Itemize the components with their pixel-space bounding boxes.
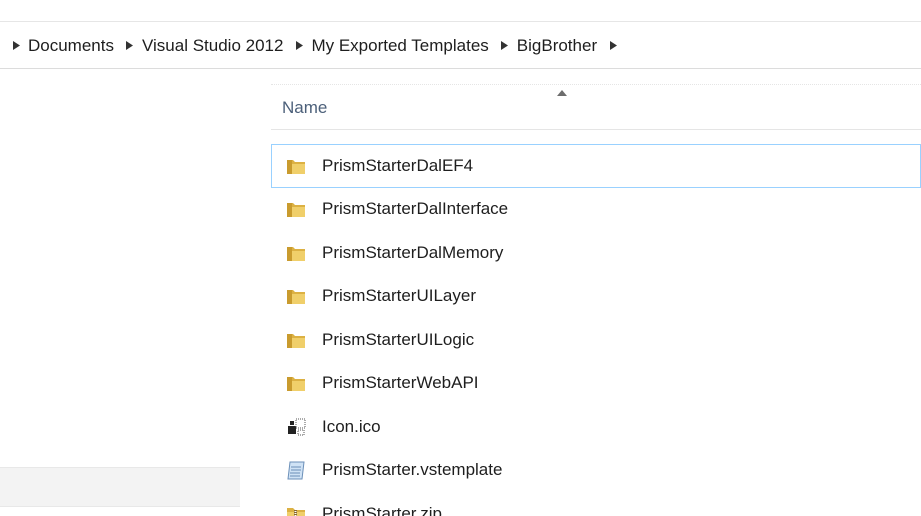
file-name-label: Icon.ico (322, 416, 381, 436)
column-header-name[interactable]: Name (271, 84, 921, 130)
folder-icon (284, 155, 308, 177)
file-name-label: PrismStarterUILogic (322, 329, 475, 349)
nav-selected-item[interactable] (0, 467, 240, 507)
breadcrumb[interactable]: Documents Visual Studio 2012 My Exported… (0, 23, 921, 69)
file-name-label: PrismStarter.vstemplate (322, 460, 503, 480)
breadcrumb-arrow-icon[interactable] (124, 39, 136, 53)
breadcrumb-arrow-icon[interactable] (10, 39, 22, 53)
file-name-label: PrismStarterDalEF4 (322, 155, 474, 175)
file-name-label: PrismStarterDalInterface (322, 199, 509, 219)
folder-icon (284, 242, 308, 264)
file-name-label: PrismStarter.zip (322, 503, 442, 516)
breadcrumb-item-documents[interactable]: Documents (28, 36, 114, 56)
sort-ascending-icon (557, 90, 567, 96)
file-row[interactable]: PrismStarterUILogic (271, 318, 921, 362)
folder-icon (284, 198, 308, 220)
notepad-file-icon (284, 459, 308, 481)
file-row[interactable]: PrismStarterWebAPI (271, 362, 921, 406)
file-list-view[interactable]: Name PrismStarterDalEF4 PrismStarterDalIn… (271, 84, 921, 516)
file-row[interactable]: Icon.ico (271, 405, 921, 449)
file-list: PrismStarterDalEF4 PrismStarterDalInterfa… (271, 144, 921, 516)
navigation-pane[interactable] (0, 70, 240, 516)
zip-folder-icon (284, 503, 308, 516)
folder-icon (284, 372, 308, 394)
file-row[interactable]: PrismStarterDalMemory (271, 231, 921, 275)
file-name-label: PrismStarterWebAPI (322, 373, 479, 393)
file-row[interactable]: PrismStarterDalInterface (271, 188, 921, 232)
breadcrumb-item-exported-templates[interactable]: My Exported Templates (311, 36, 488, 56)
file-name-label: PrismStarterUILayer (322, 286, 476, 306)
window-top-strip (0, 0, 921, 22)
folder-icon (284, 329, 308, 351)
breadcrumb-arrow-icon[interactable] (607, 39, 619, 53)
breadcrumb-item-visual-studio[interactable]: Visual Studio 2012 (142, 36, 283, 56)
breadcrumb-arrow-icon[interactable] (293, 39, 305, 53)
column-name-label: Name (282, 98, 328, 117)
file-row[interactable]: PrismStarterUILayer (271, 275, 921, 319)
file-name-label: PrismStarterDalMemory (322, 242, 504, 262)
ico-file-icon (284, 416, 308, 438)
file-row[interactable]: PrismStarter.zip (271, 492, 921, 516)
file-row[interactable]: PrismStarterDalEF4 (271, 144, 921, 188)
breadcrumb-item-bigbrother[interactable]: BigBrother (517, 36, 597, 56)
breadcrumb-arrow-icon[interactable] (499, 39, 511, 53)
file-row[interactable]: PrismStarter.vstemplate (271, 449, 921, 493)
folder-icon (284, 285, 308, 307)
